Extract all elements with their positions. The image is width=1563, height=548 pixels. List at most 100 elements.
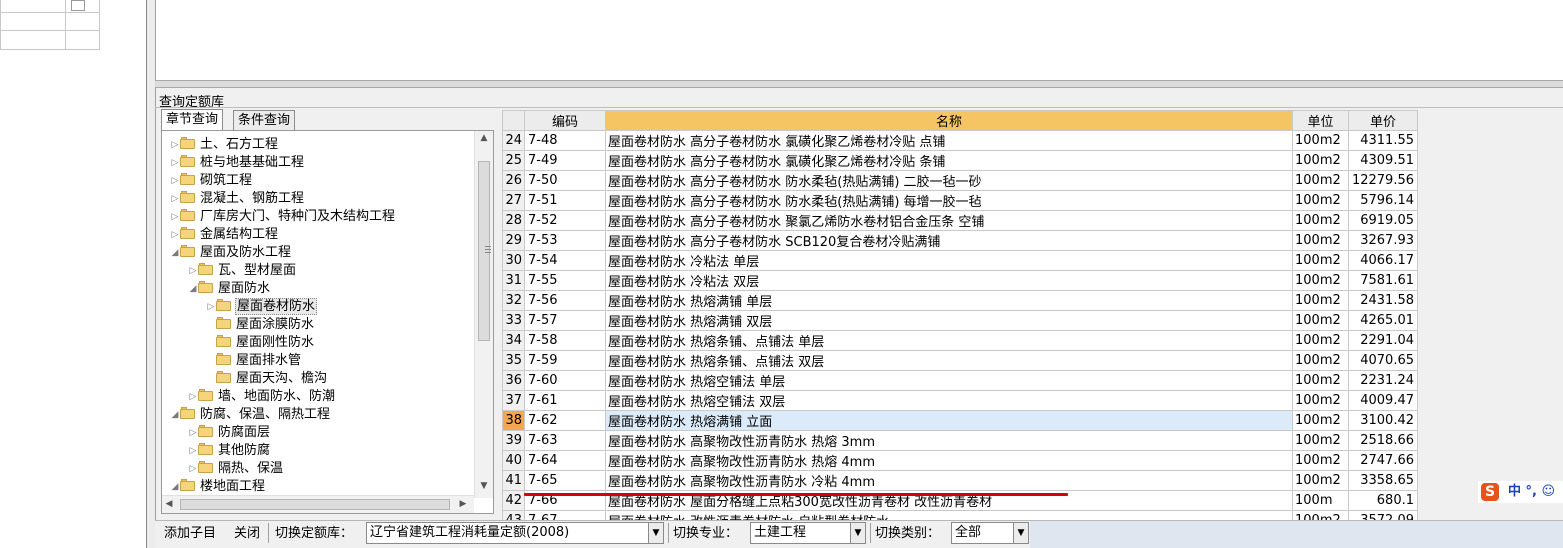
row-number[interactable]: 25 (502, 150, 525, 171)
expand-arrow-icon[interactable]: ▷ (188, 388, 198, 406)
code-cell[interactable]: 7-60 (524, 370, 606, 391)
code-cell[interactable]: 7-61 (524, 390, 606, 411)
price-cell[interactable]: 4066.17 (1348, 250, 1418, 271)
tree-horizontal-scrollbar[interactable]: ◀ ▶ (162, 495, 474, 513)
chevron-down-icon[interactable]: ▼ (648, 523, 663, 543)
ime-mode[interactable]: 中 °, ☺ (1508, 481, 1555, 503)
code-cell[interactable]: 7-58 (524, 330, 606, 351)
scroll-down-icon[interactable]: ▼ (475, 481, 493, 491)
tab-chapter-query[interactable]: 章节查询 (161, 109, 224, 130)
price-cell[interactable]: 4311.55 (1348, 130, 1418, 151)
close-button[interactable]: 关闭 (234, 524, 260, 544)
tree-item[interactable]: ▷ 桩与地基基础工程 (170, 154, 305, 172)
name-cell[interactable]: 屋面卷材防水 高分子卷材防水 SCB120复合卷材冷贴满铺 (605, 230, 1293, 251)
unit-cell[interactable]: 100m2 (1292, 130, 1349, 151)
price-cell[interactable]: 3267.93 (1348, 230, 1418, 251)
expand-arrow-icon[interactable]: ▷ (188, 262, 198, 280)
column-header-code[interactable]: 编码 (524, 110, 606, 131)
price-cell[interactable]: 2747.66 (1348, 450, 1418, 471)
unit-cell[interactable]: 100m2 (1292, 290, 1349, 311)
expand-arrow-icon[interactable]: ▷ (206, 298, 216, 316)
ime-status-bar[interactable]: S 中 °, ☺ (1478, 481, 1563, 503)
name-cell[interactable]: 屋面卷材防水 热熔条铺、点铺法 双层 (605, 350, 1293, 371)
code-cell[interactable]: 7-57 (524, 310, 606, 331)
name-cell[interactable]: 屋面卷材防水 高聚物改性沥青防水 热熔 4mm (605, 450, 1293, 471)
tree-item[interactable]: ◢ 屋面及防水工程 (170, 244, 292, 262)
column-header-name[interactable]: 名称 (605, 110, 1293, 131)
price-cell[interactable]: 3358.65 (1348, 470, 1418, 491)
price-cell[interactable]: 5796.14 (1348, 190, 1418, 211)
table-row[interactable]: 34 7-58 屋面卷材防水 热熔条铺、点铺法 单层 100m2 2291.04 (502, 330, 1418, 351)
name-cell[interactable]: 屋面卷材防水 热熔空铺法 单层 (605, 370, 1293, 391)
column-header-price[interactable]: 单价 (1348, 110, 1418, 131)
row-number[interactable]: 38 (502, 410, 525, 431)
name-cell[interactable]: 屋面卷材防水 热熔条铺、点铺法 单层 (605, 330, 1293, 351)
tree-item[interactable]: ▷ 厂库房大门、特种门及木结构工程 (170, 208, 396, 226)
scroll-thumb[interactable] (478, 161, 491, 341)
table-row[interactable]: 36 7-60 屋面卷材防水 热熔空铺法 单层 100m2 2231.24 (502, 370, 1418, 391)
tree-item[interactable]: ◢ 楼地面工程 (170, 478, 266, 496)
tree-item[interactable]: ▷ 墙、地面防水、防潮 (188, 388, 336, 406)
table-row[interactable]: 27 7-51 屋面卷材防水 高分子卷材防水 防水柔毡(热贴满铺) 每增一胶一毡 10… (502, 190, 1418, 211)
code-cell[interactable]: 7-65 (524, 470, 606, 491)
unit-cell[interactable]: 100m (1292, 490, 1349, 511)
code-cell[interactable]: 7-55 (524, 270, 606, 291)
tree-item[interactable]: ▷ 屋面卷材防水 (206, 298, 318, 316)
chevron-down-icon[interactable]: ▼ (850, 523, 865, 543)
code-cell[interactable]: 7-59 (524, 350, 606, 371)
code-cell[interactable]: 7-51 (524, 190, 606, 211)
table-row[interactable]: 37 7-61 屋面卷材防水 热熔空铺法 双层 100m2 4009.47 (502, 390, 1418, 411)
table-row[interactable]: 41 7-65 屋面卷材防水 高聚物改性沥青防水 冷粘 4mm 100m2 3358.6… (502, 470, 1418, 491)
name-cell[interactable]: 屋面卷材防水 冷粘法 双层 (605, 270, 1293, 291)
collapse-arrow-icon[interactable]: ◢ (188, 280, 198, 298)
expand-arrow-icon[interactable]: ▷ (170, 172, 180, 190)
expand-arrow-icon[interactable]: ▷ (188, 460, 198, 478)
tree-item[interactable]: ▷ 瓦、型材屋面 (188, 262, 297, 280)
price-cell[interactable]: 4265.01 (1348, 310, 1418, 331)
name-cell[interactable]: 屋面卷材防水 热熔满铺 双层 (605, 310, 1293, 331)
row-number[interactable]: 30 (502, 250, 525, 271)
row-number[interactable]: 24 (502, 130, 525, 151)
row-number[interactable]: 28 (502, 210, 525, 231)
code-cell[interactable]: 7-54 (524, 250, 606, 271)
code-cell[interactable]: 7-52 (524, 210, 606, 231)
row-number[interactable]: 35 (502, 350, 525, 371)
table-row[interactable]: 32 7-56 屋面卷材防水 热熔满铺 单层 100m2 2431.58 (502, 290, 1418, 311)
expand-arrow-icon[interactable]: ▷ (170, 190, 180, 208)
row-number[interactable]: 37 (502, 390, 525, 411)
tree-item[interactable]: ▷ 防腐面层 (188, 424, 271, 442)
unit-cell[interactable]: 100m2 (1292, 410, 1349, 431)
table-row[interactable]: 35 7-59 屋面卷材防水 热熔条铺、点铺法 双层 100m2 4070.65 (502, 350, 1418, 371)
price-cell[interactable]: 680.1 (1348, 490, 1418, 511)
name-cell[interactable]: 屋面卷材防水 高分子卷材防水 防水柔毡(热贴满铺) 每增一胶一毡 (605, 190, 1293, 211)
major-select[interactable]: 土建工程 ▼ (750, 522, 866, 544)
unit-cell[interactable]: 100m2 (1292, 430, 1349, 451)
table-row[interactable]: 24 7-48 屋面卷材防水 高分子卷材防水 氯磺化聚乙烯卷材冷贴 点铺 100m2 4… (502, 130, 1418, 151)
expand-arrow-icon[interactable]: ▷ (170, 208, 180, 226)
table-row[interactable]: 39 7-63 屋面卷材防水 高聚物改性沥青防水 热熔 3mm 100m2 2518.6… (502, 430, 1418, 451)
hscroll-thumb[interactable] (180, 499, 450, 510)
unit-cell[interactable]: 100m2 (1292, 390, 1349, 411)
table-row[interactable]: 31 7-55 屋面卷材防水 冷粘法 双层 100m2 7581.61 (502, 270, 1418, 291)
tree-item[interactable]: ▷ 砌筑工程 (170, 172, 253, 190)
expand-arrow-icon[interactable]: ▷ (170, 226, 180, 244)
price-cell[interactable]: 3100.42 (1348, 410, 1418, 431)
collapse-arrow-icon[interactable]: ◢ (170, 244, 180, 262)
tree-item[interactable]: 屋面排水管 (206, 352, 302, 370)
unit-cell[interactable]: 100m2 (1292, 190, 1349, 211)
price-cell[interactable]: 2431.58 (1348, 290, 1418, 311)
row-number[interactable]: 42 (502, 490, 525, 511)
table-row[interactable]: 29 7-53 屋面卷材防水 高分子卷材防水 SCB120复合卷材冷贴满铺 100m2… (502, 230, 1418, 251)
tree-item[interactable]: ◢ 屋面防水 (188, 280, 271, 298)
unit-cell[interactable]: 100m2 (1292, 270, 1349, 291)
code-cell[interactable]: 7-56 (524, 290, 606, 311)
scroll-up-icon[interactable]: ▲ (475, 133, 493, 143)
row-number[interactable]: 36 (502, 370, 525, 391)
name-cell[interactable]: 屋面卷材防水 高分子卷材防水 氯磺化聚乙烯卷材冷贴 点铺 (605, 130, 1293, 151)
tree-item[interactable]: ▷ 混凝土、钢筋工程 (170, 190, 305, 208)
name-cell[interactable]: 屋面卷材防水 热熔满铺 单层 (605, 290, 1293, 311)
tree-item[interactable]: 屋面天沟、檐沟 (206, 370, 328, 388)
price-cell[interactable]: 4070.65 (1348, 350, 1418, 371)
unit-cell[interactable]: 100m2 (1292, 230, 1349, 251)
price-cell[interactable]: 2518.66 (1348, 430, 1418, 451)
